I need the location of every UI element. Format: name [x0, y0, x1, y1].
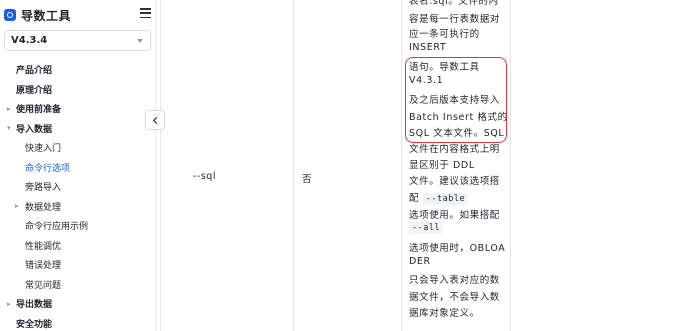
version-select[interactable]: V4.3.4	[4, 30, 151, 51]
sidebar: 导数工具 V4.3.4 产品介绍原理介绍 ▸ 使用前准备 ▾ 导入数据快速入门命令行选项…	[0, 0, 156, 331]
sidebar-item[interactable]: 安全功能	[0, 314, 155, 331]
sidebar-item-label: 命令行应用示例	[25, 222, 89, 233]
sidebar-item[interactable]: 旁路导入	[0, 177, 155, 197]
description-line: --all	[409, 222, 444, 234]
required-cell: 否	[302, 174, 312, 185]
caret-right-icon: ▸	[15, 202, 19, 211]
sidebar-item[interactable]: 性能调优	[0, 236, 155, 256]
sidebar-item-label: 导出数据	[16, 300, 53, 311]
description-line: 选项使用时，OBLOA	[409, 243, 506, 254]
sidebar-item-label: 导入数据	[16, 124, 53, 135]
description-line: 文件在内容格式上明	[409, 144, 500, 155]
table-divider	[293, 0, 294, 331]
description-text: 配	[409, 193, 423, 204]
sidebar-item-label: 旁路导入	[25, 183, 62, 194]
description-line: 文件。建议该选项搭	[409, 176, 500, 187]
sidebar-item-label: 使用前准备	[16, 105, 62, 116]
sidebar-item-label: 数据处理	[25, 202, 62, 213]
sidebar-item[interactable]: ▸ 导出数据	[0, 294, 155, 314]
sidebar-item[interactable]: 快速入门	[0, 138, 155, 158]
sidebar-item-label: 错误处理	[25, 261, 62, 272]
sidebar-item-label: 命令行选项	[25, 163, 71, 174]
sidebar-item[interactable]: 命令行选项	[0, 158, 155, 178]
collapse-sidebar-button[interactable]	[145, 110, 165, 130]
table-divider	[510, 0, 511, 331]
caret-right-icon: ▸	[7, 104, 11, 113]
sidebar-item-label: 性能调优	[25, 241, 62, 252]
app-title: 导数工具	[21, 8, 72, 23]
sidebar-item-label: 安全功能	[16, 319, 53, 330]
description-line: 显区别于 DDL	[409, 160, 475, 171]
sidebar-item[interactable]: ▾ 导入数据	[0, 119, 155, 139]
sidebar-item-label: 原理介绍	[16, 85, 53, 96]
brand[interactable]: 导数工具	[4, 6, 71, 24]
sidebar-item[interactable]: ▸ 数据处理	[0, 197, 155, 217]
sidebar-item[interactable]: 错误处理	[0, 255, 155, 275]
sidebar-item-label: 产品介绍	[16, 66, 53, 77]
sidebar-item[interactable]: 产品介绍	[0, 60, 155, 80]
menu-icon[interactable]	[140, 8, 151, 18]
table-divider	[160, 0, 161, 331]
sidebar-item[interactable]: 原理介绍	[0, 80, 155, 100]
description-line: 只会导入表对应的数	[409, 275, 500, 286]
caret-down-icon: ▾	[7, 124, 11, 133]
description-line: 表名.sql。文件的内	[409, 0, 499, 7]
version-select-value: V4.3.4	[11, 35, 48, 46]
sidebar-item[interactable]: ▸ 使用前准备	[0, 99, 155, 119]
description-line: INSERT	[409, 42, 447, 53]
sidebar-item-label: 常见问题	[25, 280, 62, 291]
description-line: 据文件，不会导入数	[409, 292, 500, 303]
inline-code: --table	[422, 193, 469, 205]
description-line: 应一条可执行的	[409, 29, 480, 40]
sidebar-item-label: 快速入门	[25, 144, 62, 155]
table-divider	[401, 0, 402, 331]
description-line: 容是每一行表数据对	[409, 14, 500, 25]
sidebar-nav: 产品介绍原理介绍 ▸ 使用前准备 ▾ 导入数据快速入门命令行选项旁路导入 ▸ 数据处理命令行…	[0, 60, 155, 331]
caret-right-icon: ▸	[7, 299, 11, 308]
description-line: 选项使用。如果搭配	[409, 210, 500, 221]
description-line: 配 --table	[409, 190, 469, 205]
inline-code: --all	[409, 222, 444, 234]
description-line: 据库对象定义。	[409, 308, 480, 319]
description-line: DER	[409, 256, 431, 267]
sidebar-item[interactable]: 命令行应用示例	[0, 216, 155, 236]
chevron-left-icon	[152, 116, 157, 124]
brand-logo-icon	[4, 9, 16, 21]
option-name-cell: --sql	[193, 171, 216, 182]
caret-down-icon	[137, 39, 143, 43]
sidebar-item[interactable]: 常见问题	[0, 275, 155, 295]
highlight-annotation	[405, 57, 507, 143]
